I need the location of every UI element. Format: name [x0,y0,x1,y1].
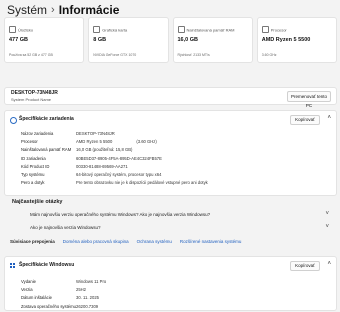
windows-specs-header[interactable]: Špecifikácie Windowsu Kopírovať ˄ [5,257,336,275]
spec-value: 16,0 GB (použiteľná: 15,8 GB) [76,147,133,153]
spec-key: Kód Product ID [21,163,50,169]
card-sub: Používa sa 52 GB z 477 GB [9,53,53,57]
card-label: Grafická karta [102,27,128,33]
storage-card[interactable]: Úložisko 477 GB Používa sa 52 GB z 477 G… [4,17,85,63]
device-specs-header[interactable]: Špecifikácie zariadenia Kopírovať ˄ [5,111,336,129]
chevron-up-icon[interactable]: ˄ [327,115,331,121]
spec-extra: (3.60 GHz) [136,139,157,145]
card-sub: Rýchlosť: 2133 MT/s [177,53,210,57]
spec-key: Nainštalovaná pamäť RAM [21,147,72,153]
device-specs-section: Špecifikácie zariadenia Kopírovať ˄ Názo… [4,110,337,196]
faq-question[interactable]: Ako je najnovšia verzia Windowsu? [30,225,101,230]
card-value: 16,0 GB [177,37,198,43]
spec-value: AMD Ryzen 5 5500 [76,139,113,145]
related-links: Súvisiace prepojenia Doména alebo pracov… [4,234,337,248]
card-value: AMD Ryzen 5 5500 [261,37,311,43]
device-name: DESKTOP-73N48JR [11,90,58,96]
ram-card[interactable]: Nainštalovaná pamäť RAM 16,0 GB Rýchlosť… [172,17,253,63]
device-name-bar: DESKTOP-73N48JR System Product Name Prem… [4,87,337,108]
spec-key: Verzia [21,287,33,293]
link-system-protection[interactable]: Ochrana systému [137,239,172,244]
windows-specs-rows: Vydanie Windows 11 Pro Verzia 25H2 Dátum i… [21,279,106,312]
device-specs-title: Špecifikácie zariadenia [19,116,74,122]
spec-value: Windows 11 Pro [76,279,107,284]
chevron-down-icon[interactable]: ˅ [325,211,329,217]
spec-row: Názov zariadenia DESKTOP-73N48JR [21,131,208,139]
spec-value: 00330-81488-69569-AA271 [76,163,128,169]
faq-title: Najčastejšie otázky [12,199,63,205]
gpu-card[interactable]: Grafická karta 8 GB NVIDIA GeForce GTX 1… [88,17,169,63]
rename-pc-button[interactable]: Premenovať tento PC [287,91,331,108]
faq-question[interactable]: Mám najnovšiu verziu operačného systému … [30,212,210,217]
faq-section: Najčastejšie otázky Mám najnovšiu verziu… [4,198,337,234]
spec-value: 30. 11. 2025 [76,295,99,301]
spec-row: Pero a dotyk Pre tento obrazovku nie je k… [21,180,208,188]
spec-row: Dátum inštalácie 30. 11. 2025 [21,295,106,303]
spec-key: Názov zariadenia [21,131,54,136]
summary-cards: Úložisko 477 GB Používa sa 52 GB z 477 G… [4,17,337,63]
spec-key: Vydanie [21,279,36,284]
card-sub: 3.60 GHz [261,53,277,57]
spec-value: Pre tento obrazovku nie je k dispozícii … [76,180,208,186]
breadcrumb-parent[interactable]: Systém [7,3,47,17]
breadcrumb: Systém › Informácie [7,2,119,18]
link-domain-workgroup[interactable]: Doména alebo pracovná skupina [63,239,129,244]
card-value: 477 GB [9,37,28,43]
card-value: 8 GB [93,37,107,43]
spec-row: Kód Product ID 00330-81488-69569-AA271 [21,164,208,172]
spec-value: 60BE5D37-8905-4F5A-895D-AE4C324FB57E [76,155,162,161]
storage-icon [9,26,16,34]
link-advanced-system-settings[interactable]: Rozšírené nastavenia systému [180,239,242,244]
spec-value: 25H2 [76,287,87,293]
spec-key: Dátum inštalácie [21,295,52,301]
card-label: Nainštalovaná pamäť RAM [186,27,235,33]
device-specs-rows: Názov zariadenia DESKTOP-73N48JR Procesor… [21,131,208,188]
device-model: System Product Name [11,97,52,102]
windows-specs-section: Špecifikácie Windowsu Kopírovať ˄ Vydani… [4,256,337,311]
spec-row: Verzia 25H2 [21,287,106,295]
spec-value: DESKTOP-73N48JR [76,131,115,136]
copy-device-specs-button[interactable]: Kopírovať [290,115,320,125]
spec-value: 64-bitový operačný systém, procesor typu… [76,171,162,177]
spec-row: Typ systému 64-bitový operačný systém, pr… [21,172,208,180]
spec-key: Pero a dotyk [21,180,45,186]
spec-key: Typ systému [21,171,45,177]
page-title: Informácie [58,3,120,17]
spec-row: Nainštalovaná pamäť RAM 16,0 GB (použiteľ… [21,147,208,155]
chevron-up-icon[interactable]: ˄ [327,261,331,267]
ram-icon [177,26,185,34]
spec-key: ID zariadenia [21,155,46,161]
cpu-icon [261,26,269,34]
card-sub: NVIDIA GeForce GTX 1070 [93,53,137,57]
gpu-icon [93,26,101,34]
chevron-down-icon[interactable]: ˅ [325,224,329,230]
breadcrumb-separator: › [51,4,55,16]
spec-row: Vydanie Windows 11 Pro [21,279,106,287]
card-label: Úložisko [18,27,34,33]
card-label: Procesor [270,27,287,33]
copy-windows-specs-button[interactable]: Kopírovať [290,261,320,271]
spec-row: ID zariadenia 60BE5D37-8905-4F5A-895D-AE4… [21,156,208,164]
cpu-card[interactable]: Procesor AMD Ryzen 5 5500 3.60 GHz [256,17,337,63]
spec-row: Procesor AMD Ryzen 5 5500 (3.60 GHz) [21,139,208,147]
spec-key: Procesor [21,139,38,145]
info-icon [10,117,17,124]
related-links-label: Súvisiace prepojenia [10,238,55,244]
windows-specs-title: Špecifikácie Windowsu [19,262,75,268]
windows-logo-icon [10,263,15,268]
